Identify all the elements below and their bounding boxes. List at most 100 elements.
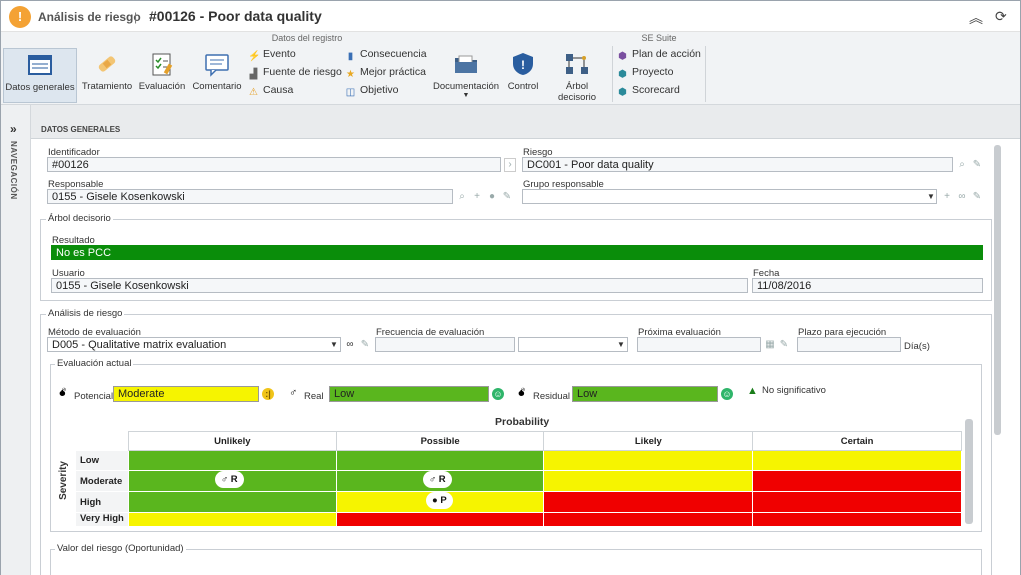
next-arrow-icon[interactable]: ›: [504, 158, 516, 172]
datos-generales-button[interactable]: Datos generales: [3, 48, 77, 103]
binoculars-icon[interactable]: ∞: [956, 191, 968, 203]
residual-label: Residual: [533, 391, 570, 402]
riesgo-field[interactable]: DC001 - Poor data quality: [522, 157, 953, 172]
search-icon[interactable]: ⌕: [956, 159, 968, 171]
clear-icon[interactable]: ✎: [971, 159, 983, 171]
evaluacion-label: Evaluación: [138, 81, 186, 92]
frecuencia-unit-select[interactable]: [518, 337, 628, 352]
chevron-down-icon[interactable]: ▼: [925, 191, 937, 203]
consecuencia-label: Consecuencia: [360, 48, 427, 60]
decision-tree-icon: [566, 54, 588, 74]
arbol-decisorio-button[interactable]: Árbol decisorio: [546, 48, 608, 103]
scorecard-hex-icon: ⬢: [618, 87, 627, 98]
cell-veryhigh-likely[interactable]: [543, 512, 754, 527]
record-title: #00126 - Poor data quality: [149, 8, 322, 24]
grupo-clear-icon[interactable]: ✎: [971, 191, 983, 203]
control-label: Control: [507, 81, 539, 92]
documentacion-button[interactable]: Documentación ▼: [433, 48, 499, 103]
cell-low-certain[interactable]: [752, 450, 962, 471]
navigation-label: NAVEGACIÓN: [9, 141, 18, 200]
potencial-marker-chip[interactable]: ● P: [426, 492, 453, 509]
proyecto-label: Proyecto: [632, 66, 674, 78]
mejor-practica-button[interactable]: ★ Mejor práctica: [345, 66, 426, 82]
title-bar: ! Análisis de riesgo | #00126 - Poor dat…: [1, 1, 1020, 32]
real-marker-chip[interactable]: ♂ R: [215, 471, 244, 488]
bandage-icon: [98, 56, 116, 72]
cell-moderate-likely[interactable]: [543, 470, 754, 492]
documentacion-label: Documentación: [433, 81, 500, 92]
identificador-field[interactable]: #00126: [47, 157, 501, 172]
frecuencia-value-field[interactable]: [375, 337, 515, 352]
proyecto-button[interactable]: ⬢ Proyecto: [617, 66, 673, 82]
metodo-binoculars-icon[interactable]: ∞: [344, 339, 356, 351]
user-icon[interactable]: ●: [486, 191, 498, 203]
cell-veryhigh-certain[interactable]: [752, 512, 962, 527]
matrix-corner: [76, 432, 129, 451]
cell-low-possible[interactable]: [335, 450, 545, 471]
matrix-scrollbar[interactable]: [965, 419, 973, 524]
metodo-chevron-icon[interactable]: ▼: [328, 339, 340, 351]
responsable-search-icon[interactable]: ⌕: [456, 191, 468, 203]
proxima-field[interactable]: [637, 337, 761, 352]
plan-accion-button[interactable]: ⬢ Plan de acción: [617, 48, 701, 64]
bomb-icon: 💣︎: [59, 387, 67, 399]
metodo-select[interactable]: D005 - Qualitative matrix evaluation: [47, 337, 341, 352]
causa-button[interactable]: ⚠ Causa: [248, 84, 293, 100]
usuario-field[interactable]: 0155 - Gisele Kosenkowski: [51, 278, 748, 293]
page-scrollbar[interactable]: [994, 145, 1001, 435]
fecha-field[interactable]: 11/08/2016: [752, 278, 983, 293]
evaluacion-actual-legend: Evaluación actual: [55, 358, 134, 369]
plan-accion-label: Plan de acción: [632, 48, 701, 60]
expand-nav-icon[interactable]: »: [10, 122, 17, 136]
cell-low-likely[interactable]: [543, 450, 754, 471]
fuente-riesgo-button[interactable]: ▟ Fuente de riesgo: [248, 66, 342, 82]
cell-moderate-certain[interactable]: [752, 470, 962, 492]
tratamiento-label: Tratamiento: [81, 81, 133, 92]
consecuencia-button[interactable]: ▮ Consecuencia: [345, 48, 427, 64]
scorecard-button[interactable]: ⬢ Scorecard: [617, 84, 680, 100]
objetivo-label: Objetivo: [360, 84, 399, 96]
responsable-clear-icon[interactable]: ✎: [501, 191, 513, 203]
add-icon[interactable]: +: [471, 191, 483, 203]
refresh-icon[interactable]: ⟳: [995, 8, 1007, 25]
star-icon: ★: [346, 69, 355, 80]
control-button[interactable]: ! Control: [505, 48, 541, 103]
objetivo-button[interactable]: ◫ Objetivo: [345, 84, 399, 100]
grupo-responsable-select[interactable]: [522, 189, 937, 204]
analisis-riesgo-legend: Análisis de riesgo: [46, 308, 125, 319]
col-certain: Certain: [752, 431, 962, 451]
ribbon-group-label-suite: SE Suite: [641, 33, 677, 43]
cell-veryhigh-possible[interactable]: [335, 512, 545, 527]
plazo-field[interactable]: [797, 337, 901, 352]
arbol-decisorio-legend: Árbol decisorio: [46, 213, 113, 224]
grupo-add-icon[interactable]: +: [941, 191, 953, 203]
calendar-icon[interactable]: ▦: [764, 339, 776, 351]
cell-high-likely[interactable]: [543, 491, 754, 513]
evaluacion-button[interactable]: Evaluación: [137, 48, 187, 103]
metodo-clear-icon[interactable]: ✎: [359, 339, 371, 351]
evento-label: Evento: [263, 48, 296, 60]
cell-low-unlikely[interactable]: [127, 450, 337, 471]
potencial-marker-label: P: [440, 495, 447, 506]
collapse-icon[interactable]: ︽: [969, 8, 983, 28]
residual-marker-chip[interactable]: ♂ R: [423, 471, 452, 488]
severity-title: Severity: [58, 461, 69, 500]
frecuencia-chevron-icon[interactable]: ▼: [615, 339, 627, 351]
evento-button[interactable]: ⚡ Evento: [248, 48, 296, 64]
cause-warning-icon: ⚠: [249, 87, 258, 98]
real-label: Real: [304, 391, 324, 402]
cell-high-unlikely[interactable]: [127, 491, 337, 513]
cell-veryhigh-unlikely[interactable]: [127, 512, 337, 527]
main-content: DATOS GENERALES Identificador #00126 › R…: [31, 105, 1020, 575]
responsable-field[interactable]: 0155 - Gisele Kosenkowski: [47, 189, 453, 204]
factory-icon: ▟: [249, 69, 258, 80]
comentario-button[interactable]: Comentario: [191, 48, 243, 103]
tratamiento-button[interactable]: Tratamiento: [79, 48, 135, 103]
residual-happy-face-icon: ☺: [721, 388, 733, 400]
app-title: Análisis de riesgo: [38, 10, 141, 24]
cell-high-certain[interactable]: [752, 491, 962, 513]
proxima-clear-icon[interactable]: ✎: [778, 339, 790, 351]
row-very-high: Very High: [75, 512, 129, 527]
navigation-sidebar[interactable]: » NAVEGACIÓN: [1, 105, 31, 575]
real-marker-label: R: [230, 474, 238, 485]
